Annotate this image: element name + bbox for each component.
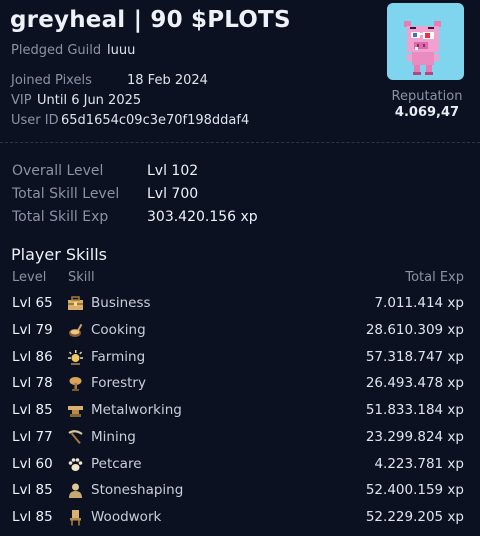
total-skill-level-label: Total Skill Level [12, 186, 120, 202]
pickaxe-icon [68, 430, 83, 445]
total-skill-exp-value: 303.420.156 xp [147, 209, 258, 225]
skill-level: Lvl 86 [12, 349, 53, 365]
anvil-icon [68, 406, 83, 417]
skill-row-forestry: Lvl 78 Forestry 26.493.478 xp [0, 371, 480, 397]
skill-row-woodwork: Lvl 85 Woodwork 52.229.205 xp [0, 505, 480, 531]
skill-exp: 51.833.184 xp [365, 402, 464, 418]
skill-level: Lvl 77 [12, 429, 53, 445]
skill-level: Lvl 85 [12, 402, 53, 418]
skill-row-mining: Lvl 77 Mining 23.299.824 xp [0, 425, 480, 451]
skill-row-business: Lvl 65 Business 7.011.414 xp [0, 291, 480, 317]
skill-row-metalworking: Lvl 85 Metalworking 51.833.184 xp [0, 398, 480, 424]
skill-name: Mining [91, 429, 136, 445]
skill-level: Lvl 60 [12, 456, 53, 472]
skill-name: Farming [91, 349, 146, 365]
player-skills-title: Player Skills [11, 245, 107, 264]
total-skill-exp-label: Total Skill Exp [12, 209, 109, 225]
paw-icon [68, 458, 83, 471]
reputation-value: 4.069,47 [394, 105, 460, 120]
skill-exp: 4.223.781 xp [374, 456, 464, 472]
skill-level: Lvl 78 [12, 375, 53, 391]
vip-label: VIP [11, 93, 32, 108]
skill-exp: 28.610.309 xp [365, 322, 464, 338]
player-title: greyheal | 90 $PLOTS [10, 7, 291, 33]
skill-exp: 57.318.747 xp [365, 349, 464, 365]
skill-exp: 52.229.205 xp [365, 509, 464, 525]
skill-level: Lvl 79 [12, 322, 53, 338]
reputation-label: Reputation [391, 89, 463, 104]
overall-level-value: Lvl 102 [147, 163, 199, 179]
avatar [387, 3, 464, 80]
section-divider [0, 142, 480, 143]
pledged-guild-value[interactable]: luuu [107, 43, 135, 58]
joined-label: Joined Pixels [11, 73, 92, 88]
skill-name: Petcare [91, 456, 142, 472]
skill-exp: 7.011.414 xp [374, 295, 464, 311]
skill-level: Lvl 65 [12, 295, 53, 311]
skill-level: Lvl 85 [12, 509, 53, 525]
skill-level: Lvl 85 [12, 482, 53, 498]
total-skill-level-value: Lvl 700 [147, 186, 199, 202]
skill-row-stoneshaping: Lvl 85 Stoneshaping 52.400.159 xp [0, 478, 480, 504]
skill-exp: 23.299.824 xp [365, 429, 464, 445]
user-id-value: 65d1654c09c3e70f198ddaf4 [61, 113, 250, 128]
skill-name: Stoneshaping [91, 482, 184, 498]
vip-value: Until 6 Jun 2025 [37, 93, 142, 108]
joined-value: 18 Feb 2024 [127, 73, 208, 88]
column-header-total-exp: Total Exp [405, 270, 464, 285]
skill-exp: 26.493.478 xp [365, 375, 464, 391]
sun-icon [68, 350, 83, 365]
tree-icon [69, 377, 82, 391]
briefcase-icon [68, 296, 83, 310]
skill-row-farming: Lvl 86 Farming 57.318.747 xp [0, 345, 480, 371]
pig-avatar-icon [404, 21, 441, 75]
bust-icon [69, 483, 82, 498]
skill-row-petcare: Lvl 60 Petcare 4.223.781 xp [0, 452, 480, 478]
pan-icon [69, 323, 83, 337]
skill-exp: 52.400.159 xp [365, 482, 464, 498]
skill-name: Woodwork [91, 509, 162, 525]
chair-icon [70, 510, 81, 526]
column-header-level: Level [12, 270, 47, 285]
skill-name: Forestry [91, 375, 146, 391]
skill-name: Cooking [91, 322, 146, 338]
skill-row-cooking: Lvl 79 Cooking 28.610.309 xp [0, 318, 480, 344]
overall-level-label: Overall Level [12, 163, 104, 179]
user-id-label: User ID [11, 113, 59, 128]
skill-name: Metalworking [91, 402, 182, 418]
column-header-skill: Skill [68, 270, 95, 285]
pledged-guild-label: Pledged Guild [11, 43, 102, 58]
skill-name: Business [91, 295, 151, 311]
